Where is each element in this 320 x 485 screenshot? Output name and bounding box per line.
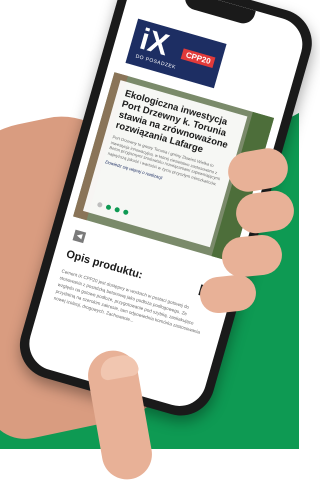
- carousel-dots: [96, 201, 129, 216]
- carousel-dot-active[interactable]: [105, 204, 112, 211]
- chevron-left-icon: ◀: [75, 232, 83, 241]
- carousel-dot[interactable]: [96, 201, 103, 208]
- phone-notch: [182, 0, 256, 27]
- carousel-dot[interactable]: [122, 209, 129, 216]
- carousel-prev-button[interactable]: ◀: [72, 229, 87, 244]
- brand-logo[interactable]: iX CPP20 DO POSADZEK: [125, 18, 227, 89]
- logo-product-tag: CPP20: [180, 48, 216, 69]
- carousel-dot[interactable]: [114, 206, 121, 213]
